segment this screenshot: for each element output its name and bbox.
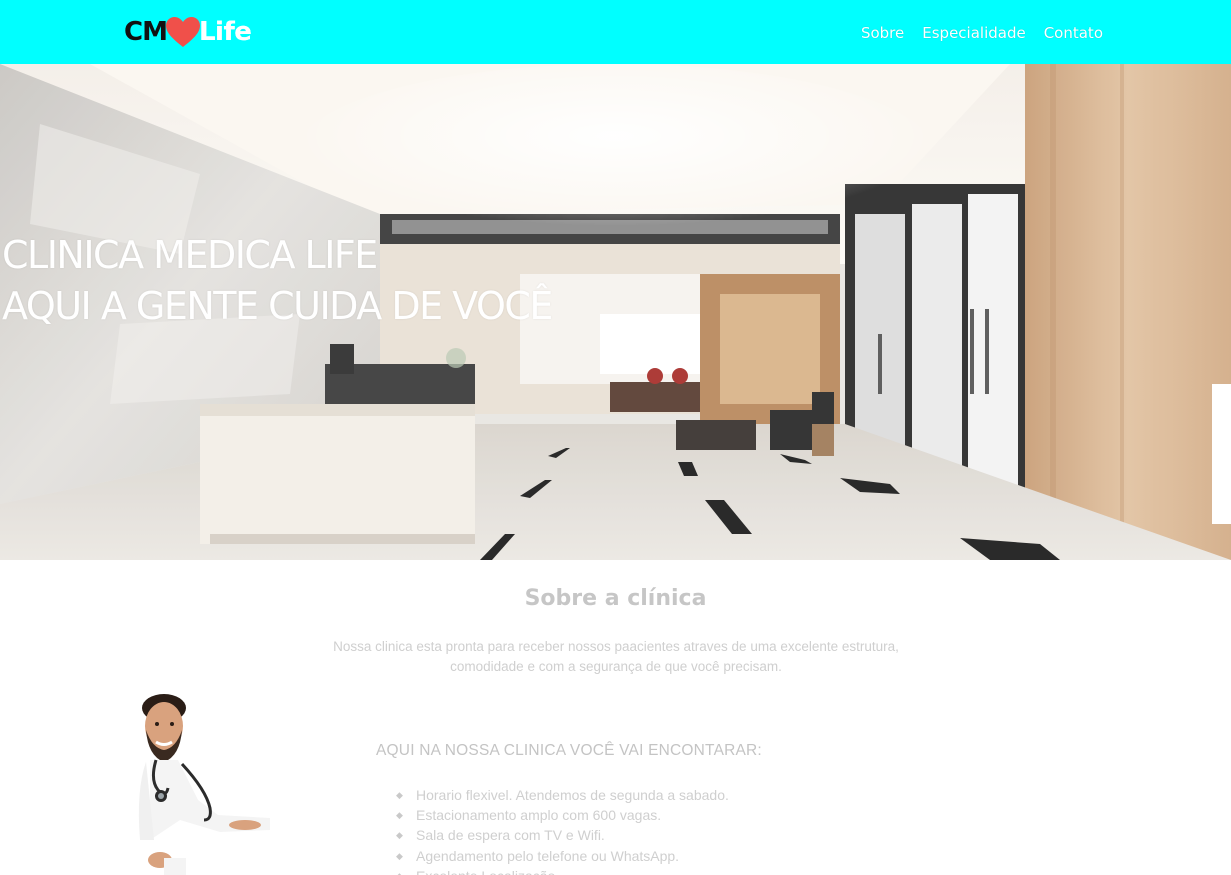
site-header: CM Life Sobre Especialidade Contato: [0, 0, 1231, 64]
heart-icon: [165, 17, 200, 47]
about-description: Nossa clinica esta pronta para receber n…: [333, 639, 899, 674]
hero-title-line1: CLINICA MEDICA LIFE: [2, 233, 378, 277]
hero-title: CLINICA MEDICA LIFE AQUI A GENTE CUIDA D…: [2, 230, 553, 332]
list-item: ◆ Estacionamento amplo com 600 vagas.: [396, 805, 729, 825]
bullet-icon: ◆: [396, 790, 403, 800]
bullet-icon: ◆: [396, 866, 416, 875]
feature-text: Excelente Localização.: [416, 866, 559, 875]
hero-title-line2: AQUI A GENTE CUIDA DE VOCÊ: [2, 284, 553, 328]
logo[interactable]: CM Life: [124, 14, 252, 50]
nav-link-contato[interactable]: Contato: [1044, 24, 1103, 42]
features-list: ◆ Horario flexivel. Atendemos de segunda …: [396, 785, 729, 875]
bullet-icon: ◆: [396, 850, 403, 861]
logo-life-text: Life: [198, 17, 252, 47]
features-heading: AQUI NA NOSSA CLINICA VOCÊ VAI ENCONTARA…: [376, 742, 762, 759]
main-nav: Sobre Especialidade Contato: [861, 24, 1103, 42]
list-item: ◆ Agendamento pelo telefone ou WhatsApp.: [396, 846, 729, 866]
list-item: ◆Excelente Localização.: [396, 866, 729, 875]
feature-text: Sala de espera com TV e Wifi.: [416, 827, 605, 844]
hero-banner: CLINICA MEDICA LIFE AQUI A GENTE CUIDA D…: [0, 64, 1231, 560]
list-item: ◆ Horario flexivel. Atendemos de segunda …: [396, 785, 729, 805]
feature-text: Estacionamento amplo com 600 vagas.: [416, 807, 662, 824]
nav-link-especialidade[interactable]: Especialidade: [922, 24, 1025, 42]
about-section-title: Sobre a clínica: [524, 586, 707, 611]
bullet-icon: ◆: [396, 810, 403, 821]
bullet-icon: ◆: [396, 830, 403, 841]
nav-link-sobre[interactable]: Sobre: [861, 24, 904, 42]
logo-cm-text: CM: [124, 17, 168, 47]
feature-text: Agendamento pelo telefone ou WhatsApp.: [416, 847, 680, 864]
feature-text: Horario flexivel. Atendemos de segunda a…: [416, 787, 729, 803]
doctor-image: [138, 694, 270, 875]
list-item: ◆ Sala de espera com TV e Wifi.: [396, 825, 729, 845]
